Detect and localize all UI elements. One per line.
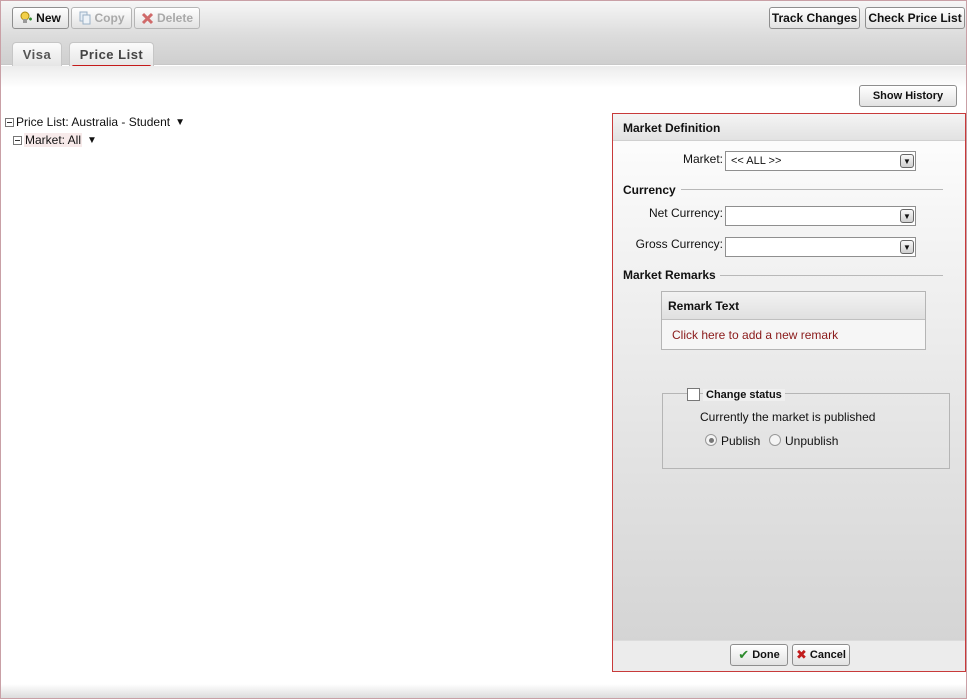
tree-child-node[interactable]: Market: All ▼ <box>13 133 97 147</box>
check-price-list-label: Check Price List <box>868 11 962 25</box>
dropdown-arrow-icon[interactable]: ▼ <box>175 117 185 128</box>
cancel-button-label: Cancel <box>809 649 846 661</box>
market-select[interactable]: << ALL >> ▼ <box>725 151 916 171</box>
copy-button[interactable]: Copy <box>71 7 132 29</box>
new-button-label: New <box>36 11 61 25</box>
tree-root-label[interactable]: Price List: Australia - Student <box>16 115 170 129</box>
tree-root-node[interactable]: Price List: Australia - Student ▼ <box>5 115 185 129</box>
cancel-button[interactable]: ✖ Cancel <box>792 644 850 666</box>
market-definition-panel: Market Definition Market: << ALL >> ▼ Cu… <box>612 113 966 672</box>
panel-footer: ✔ Done ✖ Cancel <box>613 640 965 671</box>
net-currency-select[interactable]: ▼ <box>725 206 916 226</box>
currency-section-title: Currency <box>623 183 676 197</box>
check-price-list-button[interactable]: Check Price List <box>865 7 965 29</box>
market-select-value: << ALL >> <box>731 155 782 167</box>
publish-label[interactable]: Publish <box>721 434 760 448</box>
panel-title: Market Definition <box>613 114 965 141</box>
done-button[interactable]: ✔ Done <box>730 644 788 666</box>
currency-divider <box>681 189 943 190</box>
change-status-checkbox[interactable] <box>687 388 700 401</box>
close-icon: ✖ <box>796 647 807 662</box>
add-remark-link[interactable]: Click here to add a new remark <box>662 320 925 350</box>
toolbar: New Copy Delete Track Changes Check Pric… <box>1 1 966 68</box>
collapse-icon[interactable] <box>13 135 22 145</box>
chevron-down-icon[interactable]: ▼ <box>900 209 914 223</box>
remarks-grid: Remark Text Click here to add a new rema… <box>661 291 926 350</box>
market-remarks-section-title: Market Remarks <box>623 268 716 282</box>
unpublish-label[interactable]: Unpublish <box>785 434 838 448</box>
tree-child-label[interactable]: Market: All <box>24 133 83 147</box>
change-status-fieldset: Change status Currently the market is pu… <box>662 388 950 469</box>
gross-currency-label: Gross Currency: <box>635 237 723 251</box>
bottom-strip <box>1 684 966 698</box>
tab-visa-label: Visa <box>22 47 52 62</box>
gross-currency-select[interactable]: ▼ <box>725 237 916 257</box>
market-field-label: Market: <box>682 152 723 166</box>
dropdown-arrow-icon[interactable]: ▼ <box>87 135 97 146</box>
new-button[interactable]: New <box>12 7 69 29</box>
show-history-button[interactable]: Show History <box>859 85 957 107</box>
change-status-label[interactable]: Change status <box>703 389 785 401</box>
delete-x-icon <box>141 11 154 25</box>
chevron-down-icon[interactable]: ▼ <box>900 154 914 168</box>
tab-visa[interactable]: Visa <box>12 42 62 66</box>
chevron-down-icon[interactable]: ▼ <box>900 240 914 254</box>
copy-button-label: Copy <box>94 11 125 25</box>
new-lightbulb-icon <box>20 11 33 25</box>
toolbar-subband <box>1 66 966 88</box>
delete-button[interactable]: Delete <box>134 7 200 29</box>
collapse-icon[interactable] <box>5 117 14 127</box>
track-changes-button[interactable]: Track Changes <box>769 7 860 29</box>
show-history-label: Show History <box>872 90 944 102</box>
status-text: Currently the market is published <box>700 410 876 424</box>
tab-price-list[interactable]: Price List <box>69 42 154 68</box>
net-currency-label: Net Currency: <box>648 206 723 220</box>
remarks-divider <box>720 275 943 276</box>
delete-button-label: Delete <box>156 11 194 25</box>
copy-icon <box>79 11 92 25</box>
remark-text-column-header: Remark Text <box>662 292 925 320</box>
check-icon: ✔ <box>738 647 750 662</box>
unpublish-radio[interactable] <box>769 434 781 446</box>
track-changes-label: Track Changes <box>771 11 858 25</box>
done-button-label: Done <box>752 649 780 661</box>
tab-price-list-label: Price List <box>79 47 144 62</box>
publish-radio[interactable] <box>705 434 717 446</box>
